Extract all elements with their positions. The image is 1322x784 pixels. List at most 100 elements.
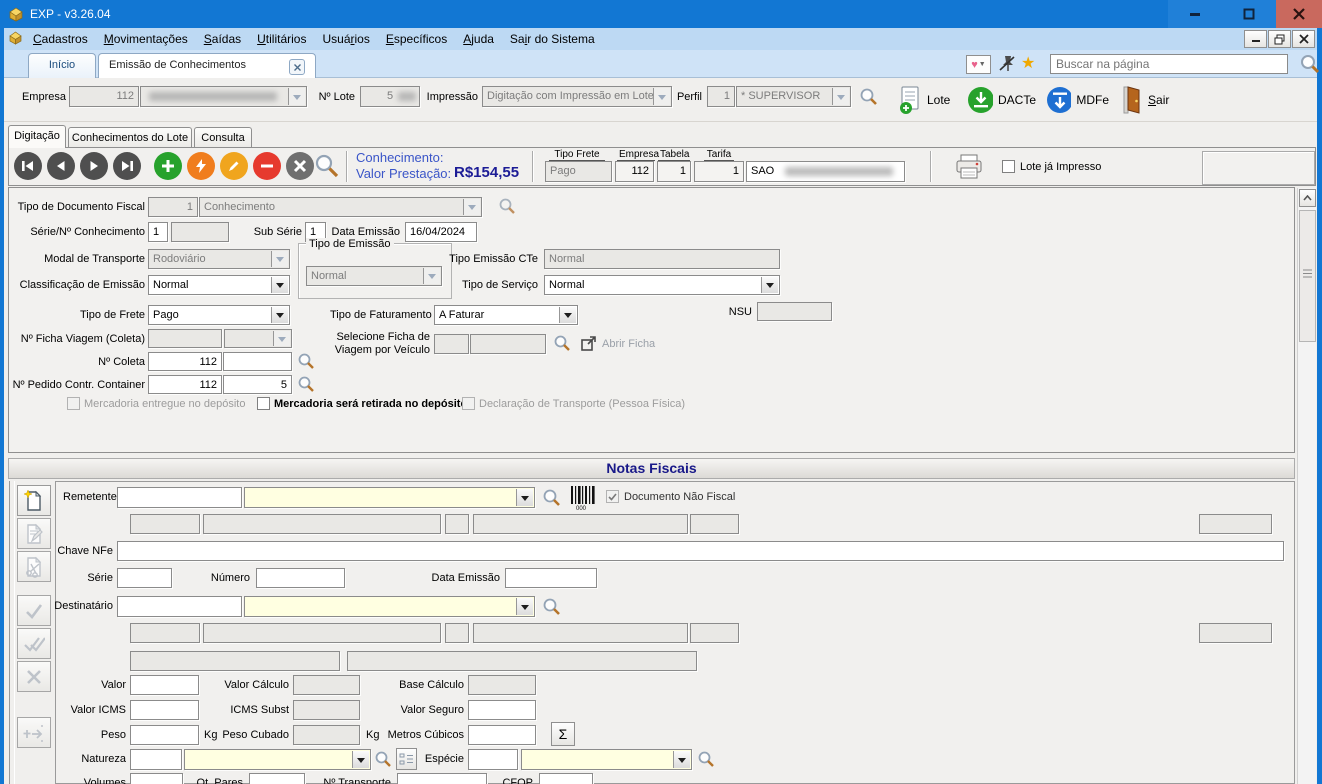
add-record-button[interactable] [154, 152, 182, 180]
menu-item-ajuda[interactable]: Ajuda [455, 29, 502, 49]
dacte-button[interactable]: DACTe [966, 82, 1036, 118]
qt-pares-field[interactable] [249, 773, 305, 784]
serie-conhecimento-field[interactable]: 1 [148, 222, 168, 242]
notas-splitter[interactable] [9, 481, 15, 784]
favorite-star-button[interactable]: ★ [1021, 53, 1035, 73]
tab-conhecimentos-lote[interactable]: Conhecimentos do Lote [68, 127, 192, 148]
search-input[interactable] [1050, 54, 1288, 74]
tab-consulta[interactable]: Consulta [194, 127, 252, 148]
print-button[interactable] [952, 152, 986, 185]
valor-icms-field[interactable] [130, 700, 199, 720]
first-record-button[interactable] [14, 152, 42, 180]
unpin-button[interactable] [997, 54, 1017, 74]
n-coleta-code-field[interactable]: 112 [148, 352, 222, 371]
menu-item-utilit-rios[interactable]: Utilitários [249, 29, 314, 49]
tipo-faturamento-select[interactable]: A Faturar [434, 305, 578, 325]
n-transporte-field[interactable] [397, 773, 487, 784]
tipo-frete-select[interactable]: Pago [148, 305, 290, 325]
mdi-minimize-button[interactable] [1244, 30, 1267, 48]
search-page-button[interactable] [1299, 53, 1321, 78]
n-pedido-field[interactable]: 5 [223, 375, 292, 394]
menu-item-cadastros[interactable]: Cadastros [25, 29, 96, 49]
scrollbar-thumb[interactable] [1299, 210, 1316, 342]
mercadoria-retirada-checkbox[interactable] [257, 397, 270, 410]
next-record-button[interactable] [80, 152, 108, 180]
menu-item-movimenta-es[interactable]: Movimentações [96, 29, 196, 49]
cancel-note-button[interactable] [17, 661, 51, 692]
peso-field[interactable] [130, 725, 199, 745]
natureza-search-button[interactable] [374, 750, 393, 772]
maximize-button[interactable] [1222, 0, 1276, 28]
remetente-code-field[interactable] [117, 487, 242, 508]
data-emissao-field[interactable]: 16/04/2024 [405, 222, 477, 242]
edit-record-button[interactable] [220, 152, 248, 180]
close-button[interactable] [1276, 0, 1322, 28]
perfil-search-button[interactable] [859, 87, 879, 110]
delete-record-button[interactable] [253, 152, 281, 180]
transfer-note-button[interactable] [17, 717, 51, 748]
modal-transporte-select[interactable]: Rodoviário [148, 249, 290, 269]
remetente-select[interactable] [244, 487, 535, 508]
cancel-record-button[interactable] [286, 152, 314, 180]
remetente-search-button[interactable] [542, 488, 562, 511]
documento-nao-fiscal-checkbox[interactable] [606, 490, 619, 503]
menu-item-sair-do-sistema[interactable]: Sair do Sistema [502, 29, 603, 49]
volumes-field[interactable] [130, 773, 183, 784]
mercadoria-entregue-checkbox[interactable] [67, 397, 80, 410]
lote-impresso-checkbox[interactable] [1002, 160, 1015, 173]
especie-select[interactable] [521, 749, 692, 770]
especie-code-field[interactable] [468, 749, 518, 770]
empresa-select[interactable] [140, 86, 307, 107]
classificacao-emissao-select[interactable]: Normal [148, 275, 290, 295]
nf-serie-field[interactable] [117, 568, 172, 588]
new-note-button[interactable] [17, 485, 51, 516]
cut-note-button[interactable] [17, 551, 51, 582]
valor-seguro-field[interactable] [468, 700, 536, 720]
last-record-button[interactable] [113, 152, 141, 180]
vertical-scrollbar[interactable] [1297, 188, 1316, 784]
lote-button[interactable]: Lote [898, 82, 954, 118]
confirm-all-button[interactable] [17, 628, 51, 659]
destinatario-code-field[interactable] [117, 596, 242, 617]
tipo-emissao-select[interactable]: Normal [306, 266, 442, 286]
nf-data-emissao-field[interactable] [505, 568, 597, 588]
edit-note-button[interactable] [17, 518, 51, 549]
destinatario-search-button[interactable] [542, 597, 562, 620]
confirm-button[interactable] [17, 595, 51, 626]
menu-item-sa-das[interactable]: Saídas [196, 29, 249, 49]
natureza-code-field[interactable] [130, 749, 182, 770]
favorites-button[interactable]: ♥ ▼ [966, 55, 991, 74]
ficha-veiculo-search-button[interactable] [553, 334, 572, 356]
n-coleta-field[interactable] [223, 352, 292, 371]
n-pedido-search-button[interactable] [297, 375, 316, 397]
nf-numero-field[interactable] [256, 568, 345, 588]
tab-emissao-conhecimentos[interactable]: Emissão de Conhecimentos [98, 53, 316, 78]
mdi-close-button[interactable] [1292, 30, 1315, 48]
mdi-restore-button[interactable] [1268, 30, 1291, 48]
menu-item-espec-ficos[interactable]: Específicos [378, 29, 455, 49]
natureza-select[interactable] [184, 749, 371, 770]
valor-field[interactable] [130, 675, 199, 695]
sair-button[interactable]: Sair [1122, 82, 1192, 118]
cfop-field[interactable]: . [539, 773, 593, 784]
tab-close-button[interactable] [289, 59, 305, 75]
destinatario-select[interactable] [244, 596, 535, 617]
metros-cubicos-field[interactable] [468, 725, 536, 745]
abrir-ficha-button[interactable]: Abrir Ficha [580, 335, 655, 352]
especie-search-button[interactable] [697, 750, 716, 772]
sigma-button[interactable]: Σ [551, 722, 575, 746]
minimize-button[interactable] [1168, 0, 1222, 28]
quick-record-button[interactable] [187, 152, 215, 180]
previous-record-button[interactable] [47, 152, 75, 180]
declaracao-transporte-checkbox[interactable] [462, 397, 475, 410]
perfil-select[interactable]: * SUPERVISOR [736, 86, 851, 107]
record-search-button[interactable] [314, 153, 340, 182]
n-pedido-code-field[interactable]: 112 [148, 375, 222, 394]
n-coleta-search-button[interactable] [297, 352, 316, 374]
tab-inicio[interactable]: Início [28, 53, 96, 78]
tipo-documento-search-button[interactable] [498, 197, 517, 219]
mdfe-button[interactable]: MDFe [1045, 82, 1109, 118]
impressao-select[interactable]: Digitação com Impressão em Lote [482, 86, 672, 107]
tipo-documento-select[interactable]: Conhecimento [199, 197, 482, 217]
scroll-up-button[interactable] [1299, 189, 1316, 207]
